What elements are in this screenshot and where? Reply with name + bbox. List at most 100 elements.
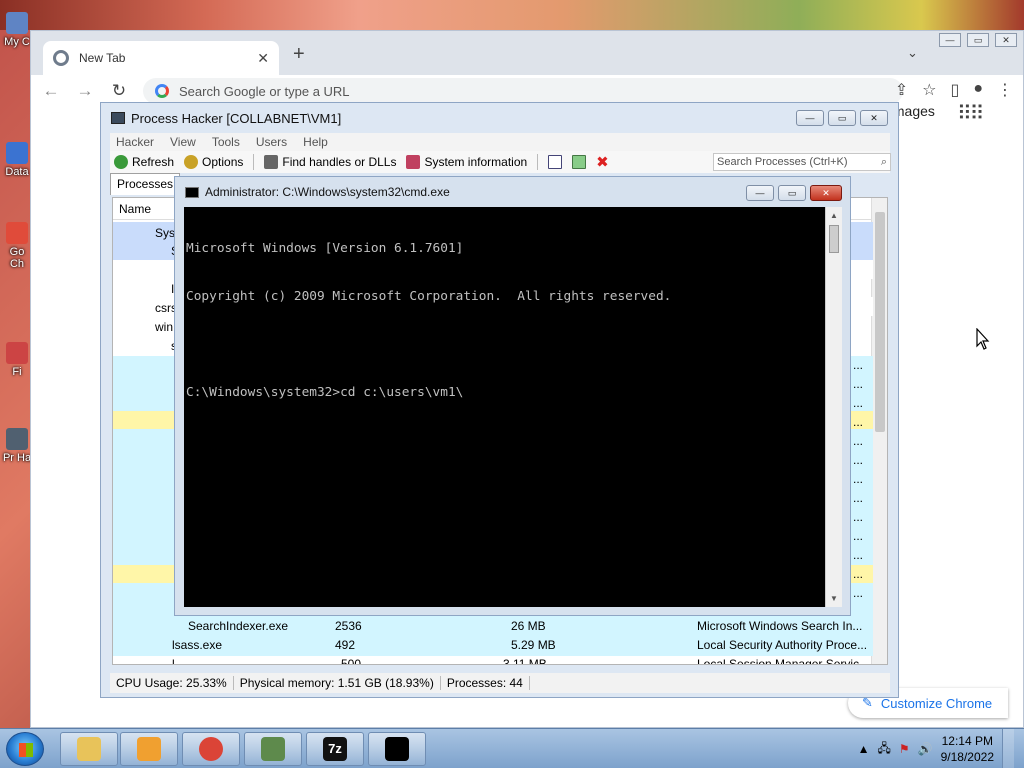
volume-icon[interactable]: 🔊: [918, 742, 933, 756]
system-information-button[interactable]: System information: [406, 155, 527, 169]
close-window-button[interactable]: ✕: [810, 185, 842, 201]
share-icon[interactable]: ⇪: [895, 80, 908, 100]
shortcut-icon: [6, 12, 28, 34]
scrollbar-thumb[interactable]: [875, 212, 885, 432]
desktop-shortcut[interactable]: Data: [2, 142, 32, 178]
go-to-window-icon[interactable]: [572, 155, 587, 169]
minimize-button[interactable]: —: [746, 185, 774, 201]
truncated-text: ...: [853, 510, 864, 524]
tab-processes[interactable]: Processes: [110, 173, 181, 195]
close-window-button[interactable]: ✕: [860, 110, 888, 126]
toolbar-actions: ⇪ ☆ ▯ ● ⋮: [895, 80, 1013, 100]
action-center-icon[interactable]: ⚑: [899, 742, 910, 756]
scroll-up-icon[interactable]: ▲: [830, 211, 838, 220]
forward-icon[interactable]: →: [75, 81, 95, 101]
tab-search-chevron-icon[interactable]: ⌄: [907, 45, 918, 61]
truncated-text: ...: [853, 396, 864, 410]
toolbar-separator: [537, 154, 539, 170]
minimize-button[interactable]: —: [939, 33, 961, 47]
reload-icon[interactable]: ↻: [109, 81, 129, 101]
scroll-down-icon[interactable]: ▼: [830, 594, 838, 603]
media-player-icon: [137, 737, 161, 761]
process-count: Processes: 44: [441, 676, 530, 690]
ph-statusbar: CPU Usage: 25.33% Physical memory: 1.51 …: [110, 673, 890, 693]
truncated-text: ...: [853, 453, 864, 467]
clock[interactable]: 12:14 PM 9/18/2022: [941, 733, 994, 765]
maximize-button[interactable]: ▭: [967, 33, 989, 47]
find-handles-button[interactable]: Find handles or DLLs: [264, 155, 396, 169]
menu-dots-icon[interactable]: ⋮: [997, 80, 1013, 100]
window-icon[interactable]: [548, 155, 563, 169]
truncated-text: ...: [853, 586, 864, 600]
process-memory: 5.29 MB: [511, 638, 556, 652]
taskbar-explorer-button[interactable]: [60, 732, 118, 766]
console-scrollbar[interactable]: ▲ ▼: [825, 207, 842, 607]
taskbar-process-hacker-button[interactable]: [244, 732, 302, 766]
profile-avatar-icon[interactable]: ●: [973, 80, 983, 100]
search-icon: ⌕: [880, 156, 887, 168]
google-icon: [155, 84, 169, 98]
terminate-icon[interactable]: ✖: [596, 153, 609, 171]
options-button[interactable]: Options: [184, 155, 243, 169]
refresh-button[interactable]: Refresh: [114, 155, 174, 169]
menu-users[interactable]: Users: [256, 135, 287, 149]
process-name: l: [172, 657, 175, 665]
back-icon[interactable]: ←: [41, 81, 61, 101]
tab-new-tab[interactable]: New Tab ✕: [43, 41, 279, 75]
omnibox[interactable]: Search Google or type a URL: [143, 78, 903, 104]
desktop-shortcut[interactable]: Fi: [2, 342, 32, 378]
process-list-scrollbar[interactable]: [871, 198, 887, 664]
side-panel-icon[interactable]: ▯: [951, 80, 960, 100]
cmd-icon: [385, 737, 409, 761]
taskbar-7-zip-button[interactable]: 7z: [306, 732, 364, 766]
system-tray: ▲ 🖧 ⚑ 🔊 12:14 PM 9/18/2022: [858, 729, 1024, 768]
close-window-button[interactable]: ✕: [995, 33, 1017, 47]
ph-tabs: Processes: [110, 173, 181, 195]
process-memory: 26 MB: [511, 619, 546, 633]
maximize-button[interactable]: ▭: [828, 110, 856, 126]
new-tab-button[interactable]: +: [293, 43, 305, 66]
bookmark-star-icon[interactable]: ☆: [922, 80, 936, 100]
shortcut-label: Data: [5, 166, 29, 178]
google-apps-grid-icon[interactable]: ⠿⠿: [957, 101, 984, 126]
desktop-shortcut[interactable]: My C: [2, 12, 32, 48]
process-pid: 500: [341, 657, 362, 665]
process-description: Local Session Manager Servic...: [697, 657, 870, 665]
menu-view[interactable]: View: [170, 135, 196, 149]
chrome-favicon-icon: [53, 50, 69, 66]
desktop-shortcut[interactable]: Pr Ha: [2, 428, 32, 464]
process-hacker-titlebar[interactable]: Process Hacker [COLLABNET\VM1] — ▭ ✕: [101, 103, 898, 133]
minimize-button[interactable]: —: [796, 110, 824, 126]
network-icon[interactable]: 🖧: [878, 739, 891, 760]
console-output[interactable]: Microsoft Windows [Version 6.1.7601] Cop…: [184, 207, 825, 607]
show-desktop-button[interactable]: [1002, 729, 1014, 768]
taskbar-cmd-button[interactable]: [368, 732, 426, 766]
process-pid: 2536: [335, 619, 362, 633]
process-description: Local Security Authority Proce...: [697, 638, 868, 652]
taskbar-media-player-button[interactable]: [120, 732, 178, 766]
process-search-input[interactable]: Search Processes (Ctrl+K) ⌕: [713, 153, 891, 171]
scrollbar-thumb[interactable]: [829, 225, 839, 253]
tray-expand-icon[interactable]: ▲: [858, 742, 870, 756]
shortcut-label: My C: [4, 36, 30, 48]
toolbar-separator: [253, 154, 255, 170]
truncated-text: ...: [853, 377, 864, 391]
menu-hacker[interactable]: Hacker: [116, 135, 154, 149]
clock-time: 12:14 PM: [941, 734, 993, 748]
shortcut-label: Fi: [12, 366, 22, 378]
cmd-title: Administrator: C:\Windows\system32\cmd.e…: [205, 185, 450, 199]
explorer-icon: [77, 737, 101, 761]
cmd-titlebar[interactable]: Administrator: C:\Windows\system32\cmd.e…: [175, 177, 850, 207]
taskbar-chrome-button[interactable]: [182, 732, 240, 766]
clock-date: 9/18/2022: [940, 750, 994, 764]
omnibox-placeholder: Search Google or type a URL: [179, 83, 350, 99]
start-button[interactable]: [6, 732, 44, 766]
menu-help[interactable]: Help: [303, 135, 328, 149]
menu-tools[interactable]: Tools: [212, 135, 240, 149]
close-tab-icon[interactable]: ✕: [257, 50, 269, 67]
system-information-label: System information: [424, 155, 528, 169]
console-line: Copyright (c) 2009 Microsoft Corporation…: [186, 289, 672, 304]
desktop-shortcut[interactable]: Go Ch: [2, 222, 32, 270]
maximize-button[interactable]: ▭: [778, 185, 806, 201]
